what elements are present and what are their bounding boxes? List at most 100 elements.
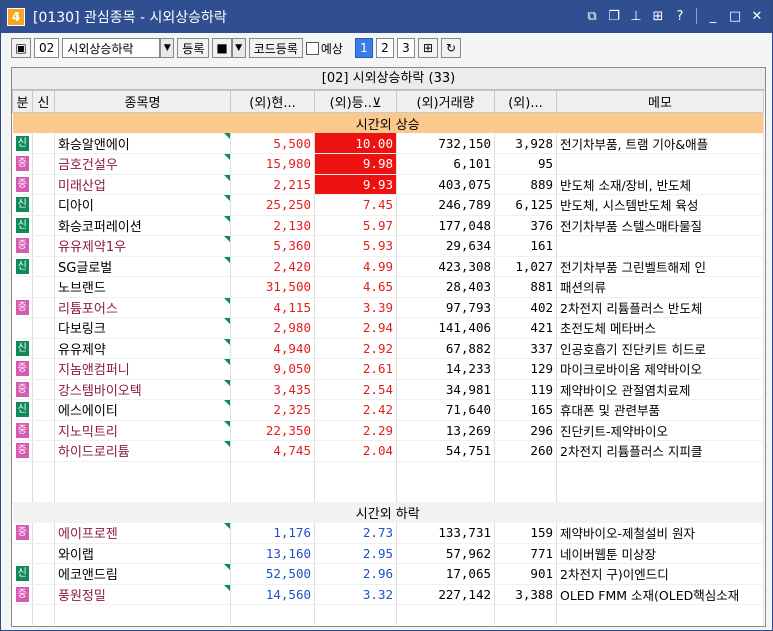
stock-name[interactable]: 화승알앤에이 (54, 133, 231, 154)
flag-marker-icon (224, 400, 230, 406)
table-row[interactable]: 신 유유제약 4,940 2.92 67,882 337 인공호흡기 진단키트 히드로 (12, 338, 764, 359)
header-rate[interactable]: (외)등..⊻ (314, 90, 397, 113)
flag-marker-icon (224, 195, 230, 201)
group-number-field[interactable]: 02 (34, 38, 60, 58)
credit-cell (32, 543, 55, 564)
memo-cell: 진단키트-제약바이오 (556, 420, 764, 441)
memo-cell: 전기차부품 스텔스매타물질 (556, 215, 764, 236)
code-register-button[interactable]: 코드등록 (248, 38, 303, 58)
link-icon[interactable]: ⧉ (583, 7, 601, 25)
group-select[interactable]: 시외상승하락 (62, 38, 161, 58)
table-row[interactable]: 다보링크 2,980 2.94 141,406 421 초전도체 메타버스 (12, 317, 764, 339)
pin-icon[interactable]: ⊥ (627, 7, 645, 25)
stock-name[interactable]: 노브랜드 (54, 276, 231, 298)
stock-name[interactable]: 하이드로리튬 (54, 440, 231, 462)
stock-name[interactable]: 풍원정밀 (54, 584, 231, 605)
ext-cell: 901 (494, 563, 557, 585)
stock-name[interactable]: 유유제약 (54, 338, 231, 359)
table-row[interactable]: 신 에코앤드림 52,500 2.96 17,065 901 2차전지 구)이엔드디 (12, 563, 764, 585)
header-credit[interactable]: 신 (32, 90, 55, 113)
help-icon[interactable]: ? (671, 7, 689, 25)
page-button-1[interactable]: 1 (354, 38, 373, 58)
table-row[interactable]: 신 디아이 25,250 7.45 246,789 6,125 반도체, 시스템반도체 육성 (12, 194, 764, 216)
empty-cell (54, 481, 231, 502)
badge-cell: 신 (12, 133, 33, 154)
stock-name[interactable]: 디아이 (54, 194, 231, 216)
refresh-icon[interactable]: ↻ (440, 38, 461, 58)
close-icon[interactable]: ✕ (748, 7, 766, 25)
header-price[interactable]: (외)현... (230, 90, 315, 113)
stock-name-text: 유유제약1우 (58, 240, 127, 256)
stock-name[interactable]: 와이랩 (54, 543, 231, 564)
table-row[interactable]: 노브랜드 31,500 4.65 28,403 881 패션의류 (12, 276, 764, 298)
header-category[interactable]: 분 (12, 90, 33, 113)
stock-name[interactable]: 에코앤드림 (54, 563, 231, 585)
flag-marker-icon (224, 584, 230, 591)
flag-marker-icon (224, 420, 230, 427)
empty-cell (314, 604, 397, 625)
stock-name[interactable]: 강스템바이오텍 (54, 379, 231, 400)
table-row[interactable]: 중 하이드로리튬 4,745 2.04 54,751 260 2차전지 리튬플러스 지피클 (12, 440, 764, 462)
header-memo[interactable]: 메모 (556, 90, 764, 113)
rate-cell: 2.92 (314, 338, 397, 359)
table-row[interactable]: 중 미래산업 2,215 9.93 403,075 889 반도체 소재/장비, 반도체 (12, 174, 764, 195)
table-row[interactable]: 중 지노믹트리 22,350 2.29 13,269 296 진단키트-제약바이오 (12, 420, 764, 441)
table-row[interactable]: 중 유유제약1우 5,360 5.93 29,634 161 (12, 235, 764, 257)
table-row[interactable]: 신 에스에이티 2,325 2.42 71,640 165 휴대폰 및 관련부품 (12, 399, 764, 421)
square-option-icon[interactable]: ■ (212, 38, 232, 58)
title-bar[interactable]: 4 [0130] 관심종목 - 시외상승하락 ⧉ ❐ ⊥ ⊞ ? _ □ ✕ (1, 1, 772, 33)
register-button[interactable]: 등록 (177, 38, 210, 58)
stock-name[interactable]: SG글로벌 (54, 256, 231, 277)
ext-cell: 129 (494, 358, 557, 380)
table-row[interactable]: 중 풍원정밀 14,560 3.32 227,142 3,388 OLED FMM 소재(O… (12, 584, 764, 605)
stock-name[interactable]: 지노믹트리 (54, 420, 231, 441)
flag-marker-icon (224, 359, 230, 365)
table-row[interactable]: 와이랩 13,160 2.95 57,962 771 네이버웹툰 미상장 (12, 543, 764, 564)
grid-layout-icon[interactable]: ⊞ (649, 7, 667, 25)
memo-cell: 휴대폰 및 관련부품 (556, 399, 764, 421)
stock-name[interactable]: 금호건설우 (54, 153, 231, 175)
stock-name[interactable]: 에이프로젠 (54, 522, 231, 544)
page-button-2[interactable]: 2 (375, 38, 394, 58)
table-row[interactable]: 중 금호건설우 15,980 9.98 6,101 95 (12, 153, 764, 175)
maximize-icon[interactable]: □ (726, 7, 744, 25)
stock-name[interactable]: 미래산업 (54, 174, 231, 195)
page-button-3[interactable]: 3 (396, 38, 415, 58)
expect-checkbox[interactable]: 예상 (305, 40, 343, 57)
stock-name[interactable]: 리튬포어스 (54, 297, 231, 318)
credit-cell (32, 563, 55, 585)
table-row[interactable]: 중 리튬포어스 4,115 3.39 97,793 402 2차전지 리튬플러스 반도체 (12, 297, 764, 318)
option-dropdown-icon[interactable]: ▼ (231, 38, 246, 58)
memo-cell: 네이버웹툰 미상장 (556, 543, 764, 564)
group-dropdown-icon[interactable]: ▼ (160, 38, 175, 58)
table-row[interactable]: 중 강스템바이오텍 3,435 2.54 34,981 119 제약바이오 관절염치료제 (12, 379, 764, 400)
table-row[interactable]: 신 화승코퍼레이션 2,130 5.97 177,048 376 전기차부품 스텔스매타물질 (12, 215, 764, 236)
copy-window-icon[interactable]: ❐ (605, 7, 623, 25)
ext-cell: 165 (494, 399, 557, 421)
empty-cell (396, 461, 495, 482)
table-row[interactable]: 중 지놈앤컴퍼니 9,050 2.61 14,233 129 마이크로바이옴 제약바이오 (12, 358, 764, 380)
minimize-icon[interactable]: _ (704, 7, 722, 25)
header-ext[interactable]: (외)... (494, 90, 557, 113)
expect-checkbox-box[interactable] (305, 41, 319, 55)
ext-cell: 889 (494, 174, 557, 195)
stock-grid[interactable]: [02] 시외상승하락 (33) 분 신 종목명 (외)현... (외)등..⊻ (11, 67, 766, 627)
table-view-icon[interactable]: ⊞ (417, 38, 438, 58)
table-row[interactable]: 중 에이프로젠 1,176 2.73 133,731 159 제약바이오-제철설비 원자 (12, 522, 764, 544)
flag-marker-icon (224, 174, 230, 181)
empty-cell (230, 461, 315, 482)
rate-cell: 2.73 (314, 522, 397, 544)
table-row[interactable]: 신 SG글로벌 2,420 4.99 423,308 1,027 전기차부품 그린벨트해제 … (12, 256, 764, 277)
stock-name[interactable]: 지놈앤컴퍼니 (54, 358, 231, 380)
stock-name[interactable]: 화승코퍼레이션 (54, 215, 231, 236)
price-cell: 2,980 (230, 317, 315, 339)
screen-icon[interactable]: ▣ (11, 38, 31, 58)
header-volume[interactable]: (외)거래량 (396, 90, 495, 113)
stock-name-text: 디아이 (58, 199, 94, 215)
stock-name[interactable]: 다보링크 (54, 317, 231, 339)
flag-marker-icon (224, 154, 230, 160)
table-row[interactable]: 신 화승알앤에이 5,500 10.00 732,150 3,928 전기차부품, 트램 기… (12, 133, 764, 154)
stock-name[interactable]: 유유제약1우 (54, 235, 231, 257)
stock-name[interactable]: 에스에이티 (54, 399, 231, 421)
header-name[interactable]: 종목명 (54, 90, 231, 113)
